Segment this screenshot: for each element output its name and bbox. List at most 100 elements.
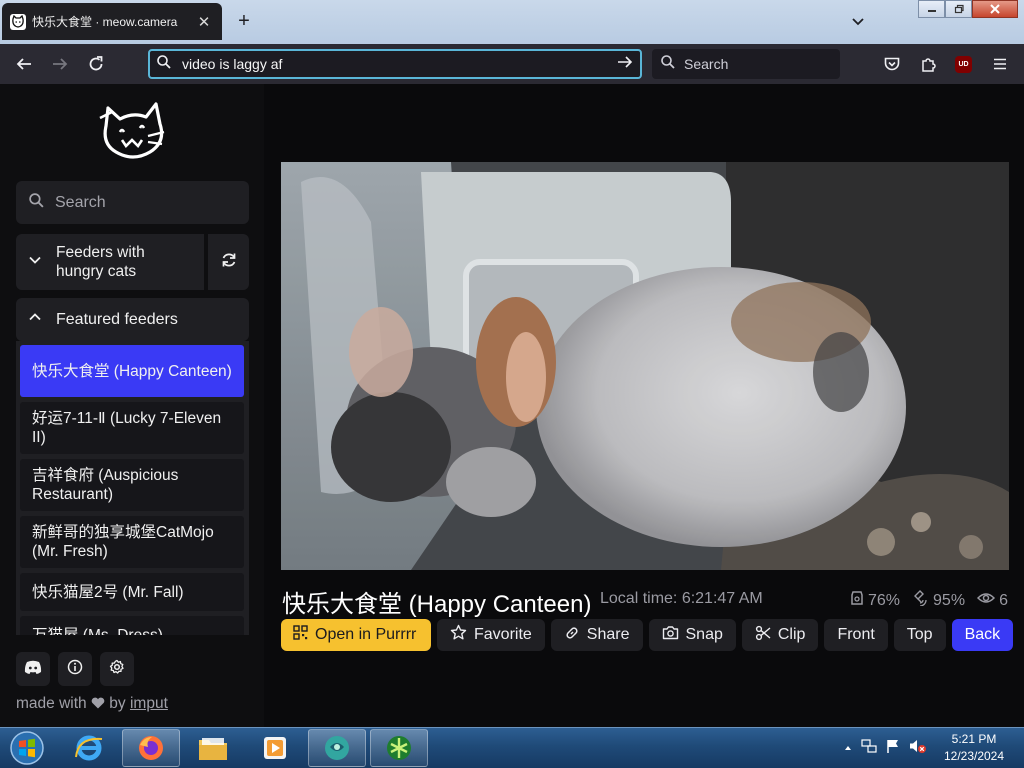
clock-time: 5:21 PM: [951, 732, 997, 746]
volume-muted-icon[interactable]: [909, 738, 927, 759]
feeder-search-input[interactable]: Search: [16, 181, 249, 224]
camera-icon: [662, 625, 679, 645]
front-camera-button[interactable]: Front: [824, 619, 888, 651]
pocket-icon[interactable]: [880, 52, 904, 76]
media-player-taskbar-icon[interactable]: [246, 729, 304, 767]
search-icon: [156, 54, 172, 75]
extensions-puzzle-icon[interactable]: [917, 52, 941, 76]
file-explorer-taskbar-icon[interactable]: [184, 729, 242, 767]
author-link[interactable]: imput: [130, 695, 168, 712]
tab-title: 快乐大食堂 · meow.camera: [32, 15, 178, 29]
list-tabs-chevron-icon[interactable]: [847, 10, 869, 32]
camera-action-bar: Open in Purrrr Favorite Share Snap Clip: [281, 619, 1014, 651]
scissors-icon: [755, 625, 771, 646]
search-bar-placeholder: Search: [684, 56, 729, 72]
share-label: Share: [586, 626, 630, 643]
share-button[interactable]: Share: [550, 619, 643, 651]
cat-favicon-icon: [10, 13, 26, 30]
network-icon[interactable]: [861, 738, 877, 759]
favorite-label: Favorite: [474, 626, 532, 643]
viewers-value: 6: [999, 591, 1008, 609]
food-bag-icon: [850, 590, 864, 611]
made-with-text: made with: [16, 695, 87, 712]
qr-code-icon: [293, 625, 308, 645]
hamburger-menu-icon[interactable]: [988, 52, 1012, 76]
app-taskbar-icon[interactable]: [370, 729, 428, 767]
feeder-item-ms-dress[interactable]: 万猫屋 (Ms. Dress): [20, 616, 244, 635]
search-icon: [660, 54, 676, 75]
meow-camera-logo[interactable]: [98, 102, 168, 162]
camera-video-feed[interactable]: [281, 162, 1009, 570]
refresh-button[interactable]: [208, 234, 249, 290]
new-tab-button[interactable]: +: [233, 10, 255, 32]
ublock-extension-icon[interactable]: UD: [955, 56, 972, 73]
info-icon: [67, 659, 83, 680]
system-tray: [843, 728, 927, 768]
minimize-button[interactable]: [918, 0, 945, 18]
top-camera-button[interactable]: Top: [893, 619, 946, 651]
signal-stat: 95%: [912, 590, 965, 611]
search-icon: [28, 192, 45, 214]
go-arrow-icon[interactable]: [616, 53, 634, 76]
discord-icon: [24, 660, 42, 679]
chevron-down-icon: [28, 253, 42, 272]
camera-title: 快乐大食堂 (Happy Canteen): [282, 591, 592, 618]
feeder-group-dropdown[interactable]: Feeders with hungry cats: [16, 234, 204, 290]
snap-button[interactable]: Snap: [648, 619, 736, 651]
browser-tab[interactable]: 快乐大食堂 · meow.camera ✕: [2, 3, 222, 40]
feeder-list: 快乐大食堂 (Happy Canteen) 好运7-11-Ⅱ (Lucky 7-…: [16, 341, 249, 635]
chat-app-taskbar-icon[interactable]: [308, 729, 366, 767]
favorite-button[interactable]: Favorite: [437, 619, 545, 651]
taskbar-clock[interactable]: 5:21 PM 12/23/2024: [934, 731, 1014, 765]
feeder-item-mr-fall[interactable]: 快乐猫屋2号 (Mr. Fall): [20, 573, 244, 611]
food-level-value: 76%: [868, 591, 901, 609]
gear-icon: [109, 659, 125, 680]
made-with-credit: made with by imput: [16, 695, 168, 713]
feeder-item-lucky-7-eleven[interactable]: 好运7-11-Ⅱ (Lucky 7-Eleven II): [20, 402, 244, 454]
clip-button[interactable]: Clip: [741, 619, 819, 651]
firefox-taskbar-icon[interactable]: [122, 729, 180, 767]
feeder-item-auspicious-restaurant[interactable]: 吉祥食府 (Auspicious Restaurant): [20, 459, 244, 511]
browser-tab-strip: 快乐大食堂 · meow.camera ✕ +: [0, 0, 1024, 44]
clip-label: Clip: [777, 626, 806, 643]
open-in-purrrr-label: Open in Purrrr: [315, 626, 417, 643]
reload-icon[interactable]: [84, 52, 108, 76]
address-bar-text: video is laggy af: [182, 56, 283, 72]
clock-date: 12/23/2024: [943, 749, 1005, 763]
camera-stats: 76% 95% 6: [850, 590, 1014, 611]
window-controls: [918, 0, 1018, 18]
forward-arrow-icon[interactable]: [48, 52, 72, 76]
tab-close-icon[interactable]: ✕: [194, 13, 214, 31]
sidebar-footer-buttons: [16, 652, 134, 686]
signal-value: 95%: [933, 591, 966, 609]
discord-button[interactable]: [16, 652, 50, 686]
settings-button[interactable]: [100, 652, 134, 686]
featured-feeders-label: Featured feeders: [56, 310, 178, 328]
show-hidden-icons-icon[interactable]: [843, 740, 853, 758]
eye-icon: [977, 591, 996, 610]
address-bar[interactable]: video is laggy af: [148, 49, 642, 79]
link-icon: [564, 625, 580, 646]
satellite-icon: [912, 590, 929, 611]
open-in-purrrr-button[interactable]: Open in Purrrr: [281, 619, 431, 651]
refresh-icon: [220, 251, 238, 274]
back-camera-button[interactable]: Back: [951, 619, 1014, 651]
internet-explorer-taskbar-icon[interactable]: [60, 729, 118, 767]
feeder-item-happy-canteen[interactable]: 快乐大食堂 (Happy Canteen): [20, 345, 244, 397]
info-button[interactable]: [58, 652, 92, 686]
windows-taskbar: 5:21 PM 12/23/2024: [0, 727, 1024, 768]
close-window-button[interactable]: [972, 0, 1018, 18]
food-level-stat: 76%: [850, 590, 900, 611]
feeder-item-mr-fresh[interactable]: 新鲜哥的独享城堡CatMojo (Mr. Fresh): [20, 516, 244, 568]
restore-button[interactable]: [945, 0, 972, 18]
heart-icon: [91, 695, 109, 712]
by-text: by: [109, 695, 126, 712]
featured-feeders-toggle[interactable]: Featured feeders: [16, 298, 249, 341]
back-arrow-icon[interactable]: [12, 52, 36, 76]
feeder-group-label: Feeders with hungry cats: [56, 244, 145, 280]
search-bar[interactable]: Search: [652, 49, 840, 79]
browser-toolbar: video is laggy af Search UD: [0, 44, 1024, 84]
start-button[interactable]: [4, 729, 50, 767]
chevron-up-icon: [28, 310, 42, 329]
action-center-flag-icon[interactable]: [885, 738, 901, 759]
